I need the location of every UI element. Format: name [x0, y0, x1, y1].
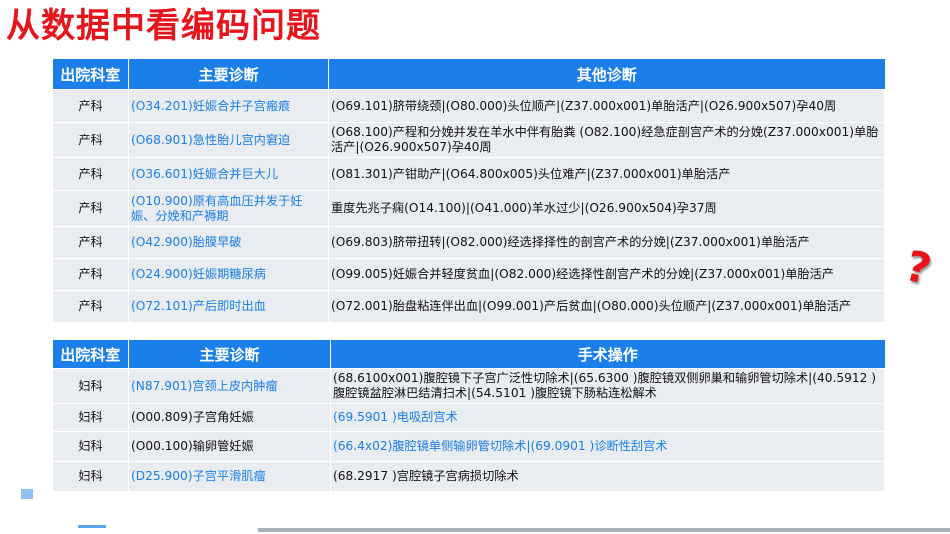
dept-cell: 产科 — [52, 122, 129, 158]
col-header-procedure: 手术操作 — [330, 340, 885, 369]
main-diagnosis-cell: (O36.601)妊娠合并巨大儿 — [128, 157, 329, 191]
table-row: 妇科 (D25.900)子宫平滑肌瘤 (68.2917 )宫腔镜子宫病损切除术 — [52, 461, 885, 492]
dept-cell: 产科 — [52, 157, 129, 191]
table-row: 产科 (O72.101)产后即时出血 (O72.001)胎盘粘连伴出血|(O99… — [52, 290, 885, 323]
main-diagnosis-text: (O68.901)急性胎儿宫内窘迫 — [131, 132, 291, 147]
other-diagnosis-cell: 重度先兆子痫(O14.100)|(O41.000)羊水过少|(O26.900x5… — [328, 190, 885, 227]
main-diagnosis-text: (O34.201)妊娠合并子宫瘢痕 — [131, 98, 291, 113]
main-diagnosis-cell: (N87.901)宫颈上皮内肿瘤 — [128, 368, 331, 404]
dept-cell: 产科 — [52, 226, 129, 259]
col-header-dept: 出院科室 — [52, 340, 129, 369]
main-diagnosis-cell: (O00.809)子宫角妊娠 — [128, 403, 331, 432]
dept-cell: 妇科 — [52, 403, 129, 432]
main-diagnosis-text: (O36.601)妊娠合并巨大儿 — [131, 166, 279, 181]
col-header-main-diagnosis: 主要诊断 — [128, 340, 331, 369]
main-diagnosis-cell: (D25.900)子宫平滑肌瘤 — [128, 461, 331, 492]
main-diagnosis-text: (O72.101)产后即时出血 — [131, 299, 266, 313]
table-row: 产科 (O24.900)妊娠期糖尿病 (O99.005)妊娠合并轻度贫血|(O8… — [52, 258, 885, 291]
decorative-square — [21, 489, 33, 499]
table-row: 产科 (O42.900)胎膜早破 (O69.803)脐带扭转|(O82.000)… — [52, 226, 885, 259]
table-row: 产科 (O36.601)妊娠合并巨大儿 (O81.301)产钳助产|(O64.8… — [52, 157, 885, 191]
other-diagnosis-cell: (O72.001)胎盘粘连伴出血|(O99.001)产后贫血|(O80.000)… — [328, 290, 885, 323]
main-diagnosis-cell: (O34.201)妊娠合并子宫瘢痕 — [128, 89, 329, 123]
table-row: 妇科 (N87.901)宫颈上皮内肿瘤 (68.6100x001)腹腔镜下子宫广… — [52, 368, 885, 404]
other-diagnosis-cell: (O99.005)妊娠合并轻度贫血|(O82.000)经选择性剖宫产术的分娩|(… — [328, 258, 885, 291]
main-diagnosis-text: (O42.900)胎膜早破 — [131, 235, 242, 249]
page-title: 从数据中看编码问题 — [6, 6, 321, 46]
other-diagnosis-cell: (O68.100)产程和分娩并发在羊水中伴有胎粪 (O82.100)经急症剖宫产… — [328, 122, 885, 158]
dept-cell: 妇科 — [52, 431, 129, 462]
table-row: 妇科 (O00.809)子宫角妊娠 (69.5901 )电吸刮宫术 — [52, 403, 885, 432]
other-diagnosis-cell: (O81.301)产钳助产|(O64.800x005)头位难产|(Z37.000… — [328, 157, 885, 191]
dept-cell: 产科 — [52, 258, 129, 291]
table-header-row: 出院科室 主要诊断 手术操作 — [52, 340, 885, 369]
main-diagnosis-cell: (O00.100)输卵管妊娠 — [128, 431, 331, 462]
main-diagnosis-cell: (O42.900)胎膜早破 — [128, 226, 329, 259]
procedure-cell: (68.2917 )宫腔镜子宫病损切除术 — [330, 461, 885, 492]
procedure-cell: (69.5901 )电吸刮宫术 — [330, 403, 885, 432]
other-diagnosis-cell: (O69.803)脐带扭转|(O82.000)经选择择性的剖宫产术的分娩|(Z3… — [328, 226, 885, 259]
procedure-text: (69.5901 )电吸刮宫术 — [333, 410, 458, 424]
main-diagnosis-cell: (O10.900)原有高血压并发于妊娠、分娩和产褥期 — [128, 190, 329, 227]
main-diagnosis-text: (O10.900)原有高血压并发于妊娠、分娩和产褥期 — [131, 193, 303, 223]
dept-cell: 产科 — [52, 89, 129, 123]
col-header-dept: 出院科室 — [52, 59, 129, 90]
decorative-dash — [78, 525, 106, 528]
procedure-cell: (66.4x02)腹腔镜单侧输卵管切除术|(69.0901 )诊断性刮宫术 — [330, 431, 885, 462]
table-row: 妇科 (O00.100)输卵管妊娠 (66.4x02)腹腔镜单侧输卵管切除术|(… — [52, 431, 885, 462]
table-row: 产科 (O10.900)原有高血压并发于妊娠、分娩和产褥期 重度先兆子痫(O14… — [52, 190, 885, 227]
main-diagnosis-text: (O24.900)妊娠期糖尿病 — [131, 267, 266, 281]
procedure-cell: (68.6100x001)腹腔镜下子宫广泛性切除术|(65.6300 )腹腔镜双… — [330, 368, 885, 404]
bottom-divider-bar — [258, 528, 950, 532]
question-mark-icon: ? — [900, 240, 937, 295]
other-diagnosis-table: 出院科室 主要诊断 其他诊断 产科 (O34.201)妊娠合并子宫瘢痕 (O69… — [52, 59, 885, 323]
table-row: 产科 (O68.901)急性胎儿宫内窘迫 (O68.100)产程和分娩并发在羊水… — [52, 122, 885, 158]
procedure-text: (66.4x02)腹腔镜单侧输卵管切除术|(69.0901 )诊断性刮宫术 — [333, 439, 668, 453]
col-header-main-diagnosis: 主要诊断 — [128, 59, 329, 90]
table-header-row: 出院科室 主要诊断 其他诊断 — [52, 59, 885, 90]
main-diagnosis-cell: (O68.901)急性胎儿宫内窘迫 — [128, 122, 329, 158]
main-diagnosis-cell: (O72.101)产后即时出血 — [128, 290, 329, 323]
col-header-other-diagnosis: 其他诊断 — [328, 59, 885, 90]
main-diagnosis-text: (N87.901)宫颈上皮内肿瘤 — [131, 378, 278, 393]
main-diagnosis-cell: (O24.900)妊娠期糖尿病 — [128, 258, 329, 291]
dept-cell: 产科 — [52, 190, 129, 227]
dept-cell: 产科 — [52, 290, 129, 323]
dept-cell: 妇科 — [52, 461, 129, 492]
table-row: 产科 (O34.201)妊娠合并子宫瘢痕 (O69.101)脐带绕颈|(O80.… — [52, 89, 885, 123]
other-diagnosis-cell: (O69.101)脐带绕颈|(O80.000)头位顺产|(Z37.000x001… — [328, 89, 885, 123]
dept-cell: 妇科 — [52, 368, 129, 404]
main-diagnosis-text: (D25.900)子宫平滑肌瘤 — [131, 469, 266, 483]
procedure-table: 出院科室 主要诊断 手术操作 妇科 (N87.901)宫颈上皮内肿瘤 (68.6… — [52, 340, 885, 492]
